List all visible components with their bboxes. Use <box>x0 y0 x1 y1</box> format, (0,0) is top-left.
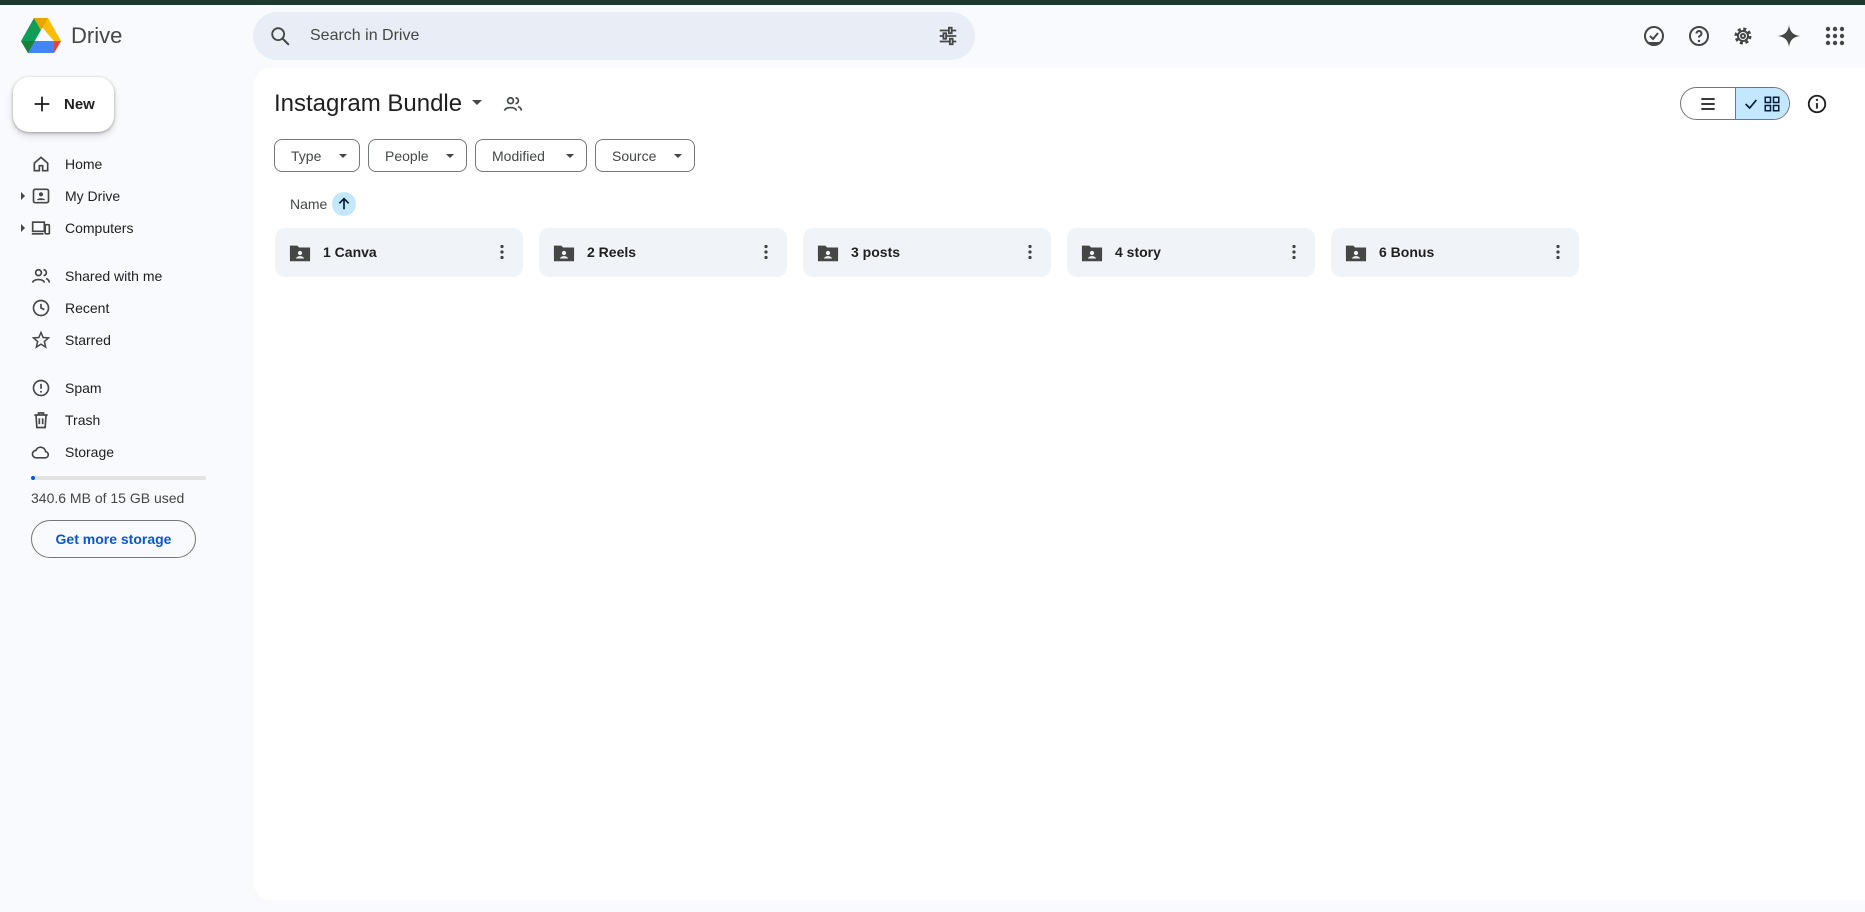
sidebar-item-recent[interactable]: Recent <box>0 293 240 323</box>
filter-type-chip[interactable]: Type <box>274 139 360 172</box>
top-strip <box>0 0 1865 5</box>
drive-logo[interactable]: Drive <box>21 18 122 54</box>
info-icon[interactable] <box>1806 93 1828 115</box>
app-name: Drive <box>71 23 123 48</box>
storage-usage-text: 340.6 MB of 15 GB used <box>31 490 185 506</box>
grid-view-button[interactable] <box>1734 88 1789 119</box>
folder-name: 4 story <box>1115 244 1161 260</box>
expand-caret-icon[interactable] <box>21 192 25 200</box>
chevron-down-icon <box>566 154 574 158</box>
sidebar-item-label: Home <box>65 156 103 172</box>
page-title[interactable]: Instagram Bundle <box>274 90 462 118</box>
gemini-icon[interactable] <box>1777 24 1801 48</box>
sidebar-item-label: Computers <box>65 220 134 236</box>
sidebar-item-home[interactable]: Home <box>0 149 240 179</box>
list-icon <box>1701 97 1715 110</box>
sidebar-item-shared-with-me[interactable]: Shared with me <box>0 261 240 291</box>
search-input[interactable]: Search in Drive <box>310 27 419 45</box>
shared-folder-icon <box>817 245 839 262</box>
sidebar-item-storage[interactable]: Storage <box>0 437 240 467</box>
sort-by-name[interactable]: Name <box>290 196 327 212</box>
clock-icon <box>32 299 50 317</box>
apps-icon[interactable] <box>1823 24 1847 48</box>
more-options-icon[interactable] <box>1547 241 1569 263</box>
view-toggle[interactable] <box>1680 87 1790 120</box>
more-options-icon[interactable] <box>1019 241 1041 263</box>
sidebar-item-label: My Drive <box>65 188 121 204</box>
folder-name: 6 Bonus <box>1379 244 1435 260</box>
storage-progress-bar <box>31 476 206 480</box>
storage-progress-fill <box>31 476 36 480</box>
get-more-storage-button[interactable]: Get more storage <box>31 520 196 558</box>
settings-icon[interactable] <box>1731 24 1755 48</box>
more-options-icon[interactable] <box>755 241 777 263</box>
folder-name: 2 Reels <box>587 244 637 260</box>
cloud-icon <box>31 446 50 459</box>
search-options-icon[interactable] <box>937 25 959 47</box>
help-icon[interactable] <box>1687 24 1711 48</box>
sidebar-item-label: Starred <box>65 332 111 348</box>
computers-icon <box>31 221 51 235</box>
sidebar-item-label: Recent <box>65 300 110 316</box>
star-icon <box>31 330 51 349</box>
filter-people-chip[interactable]: People <box>368 139 467 172</box>
spam-icon <box>32 379 50 397</box>
sidebar-item-label: Trash <box>65 412 101 428</box>
filter-source-chip[interactable]: Source <box>595 139 695 172</box>
arrow-up-icon <box>338 197 350 210</box>
shared-folder-icon <box>553 245 575 262</box>
offline-ready-icon[interactable] <box>1642 24 1666 48</box>
filter-modified-chip[interactable]: Modified <box>475 139 587 172</box>
sidebar-item-label: Spam <box>65 380 102 396</box>
new-button-label: New <box>64 96 95 113</box>
more-options-icon[interactable] <box>491 241 513 263</box>
sidebar-item-label: Shared with me <box>65 268 163 284</box>
plus-icon <box>34 96 50 112</box>
folder-card[interactable]: 2 Reels <box>539 228 787 277</box>
folder-card[interactable]: 4 story <box>1067 228 1315 277</box>
home-icon <box>33 156 49 172</box>
expand-caret-icon[interactable] <box>21 224 25 232</box>
sidebar-item-my-drive[interactable]: My Drive <box>0 181 240 211</box>
search-icon[interactable] <box>269 25 291 47</box>
sidebar-item-trash[interactable]: Trash <box>0 405 240 435</box>
chevron-down-icon <box>446 154 454 158</box>
grid-icon <box>1764 96 1780 111</box>
filter-chip-label: People <box>385 147 429 164</box>
title-dropdown-icon[interactable] <box>472 100 482 105</box>
filter-chip-label: Modified <box>492 147 545 164</box>
sidebar-item-spam[interactable]: Spam <box>0 373 240 403</box>
sidebar-item-starred[interactable]: Starred <box>0 325 240 355</box>
chevron-down-icon <box>674 154 682 158</box>
folder-card[interactable]: 3 posts <box>803 228 1051 277</box>
trash-icon <box>34 412 48 429</box>
sidebar-item-computers[interactable]: Computers <box>0 213 240 243</box>
sidebar-item-label: Storage <box>65 444 115 460</box>
shared-folder-icon <box>1081 245 1103 262</box>
main-content: Instagram Bundle Type People Modified So… <box>254 68 1865 900</box>
list-view-button[interactable] <box>1681 88 1735 119</box>
folder-name: 1 Canva <box>323 244 377 260</box>
folder-card[interactable]: 6 Bonus <box>1331 228 1579 277</box>
new-button[interactable]: New <box>13 77 114 132</box>
filter-chip-label: Type <box>291 147 322 164</box>
check-icon <box>1745 98 1758 109</box>
google-drive-logo-icon <box>21 18 61 53</box>
shared-folder-icon <box>289 245 311 262</box>
folder-card[interactable]: 1 Canva <box>275 228 523 277</box>
shared-folder-icon <box>1345 245 1367 262</box>
sort-direction-button[interactable] <box>332 192 356 216</box>
filter-chip-label: Source <box>612 147 657 164</box>
my-drive-icon <box>32 188 50 204</box>
shared-folder-icon[interactable] <box>503 94 523 114</box>
more-options-icon[interactable] <box>1283 241 1305 263</box>
shared-icon <box>31 268 51 283</box>
folder-name: 3 posts <box>851 244 901 260</box>
chevron-down-icon <box>339 154 347 158</box>
search-bar[interactable]: Search in Drive <box>253 12 975 60</box>
